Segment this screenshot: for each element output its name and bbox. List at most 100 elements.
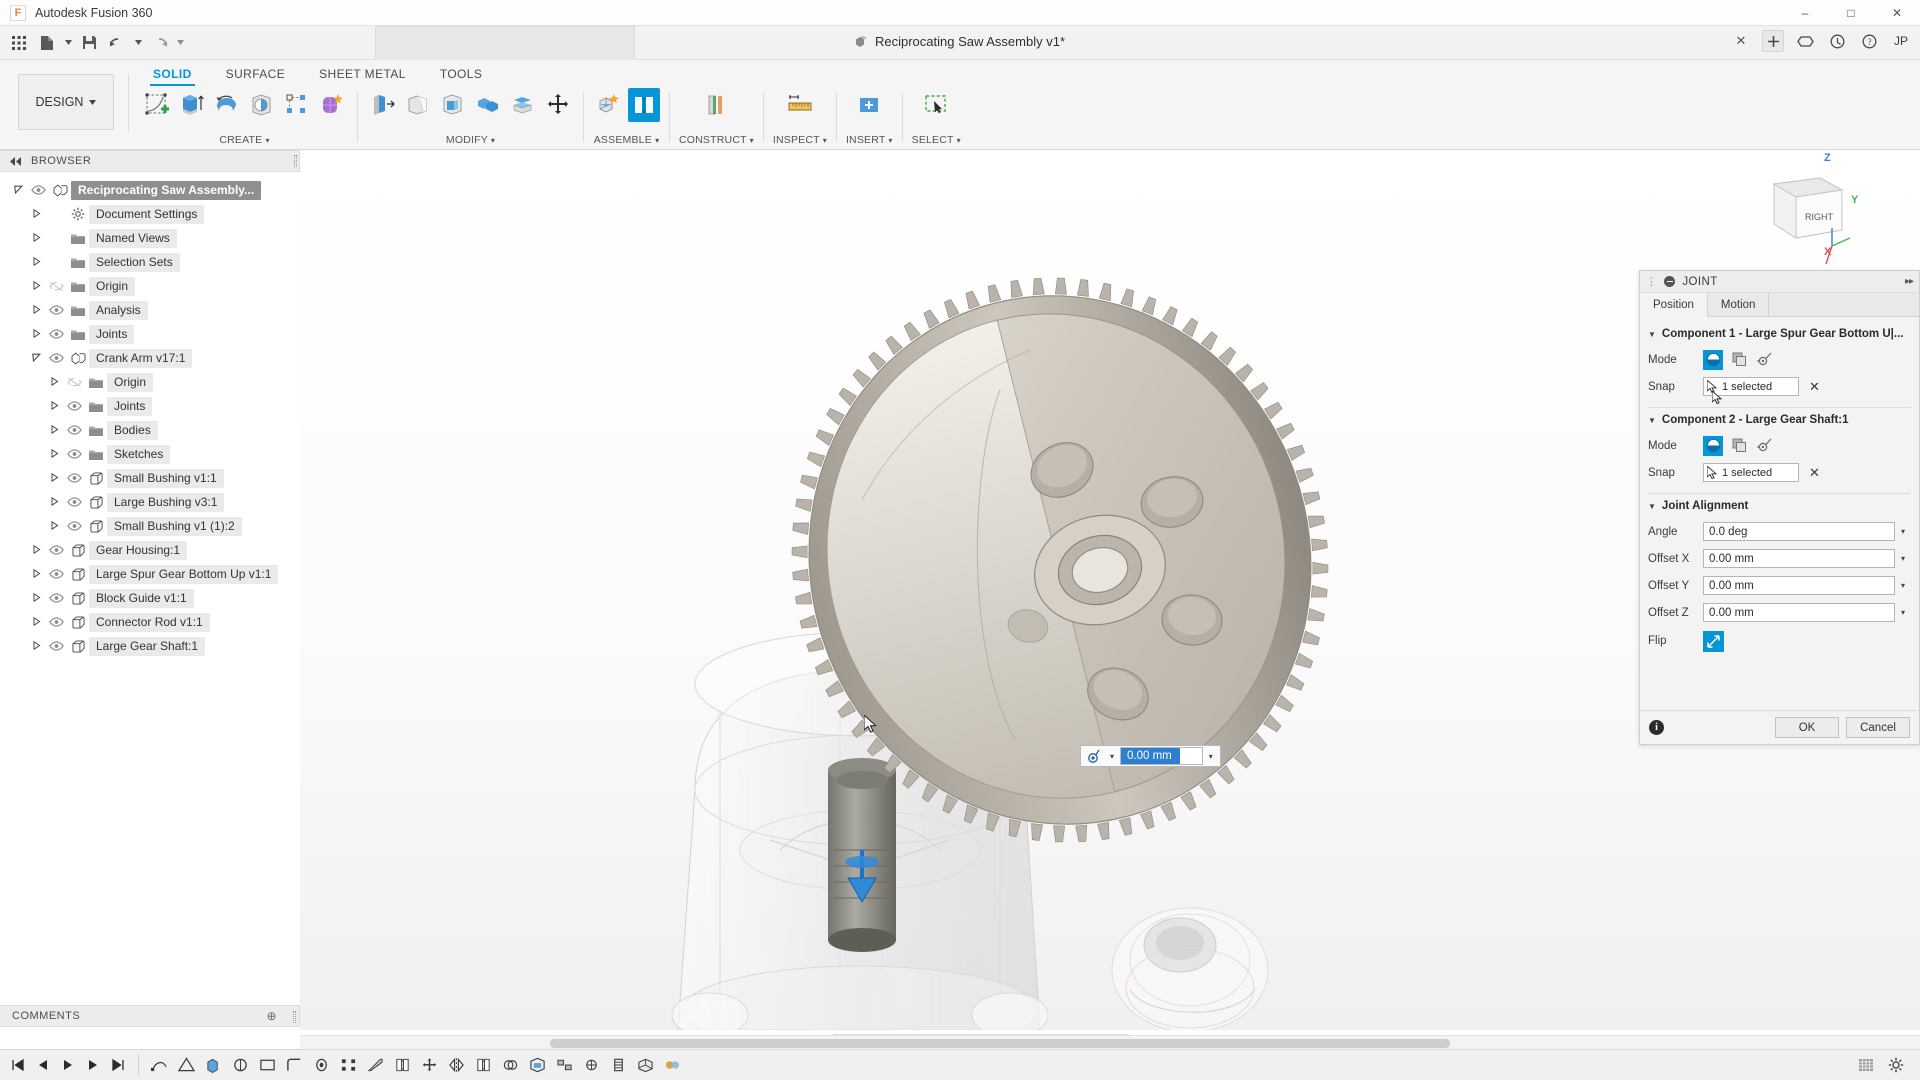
comments-resize-grip[interactable]: [293, 1011, 296, 1023]
timeline-node-revolve-icon[interactable]: [228, 1053, 253, 1078]
copy-mode-icon-c2[interactable]: [1729, 436, 1749, 456]
save-icon[interactable]: [76, 30, 102, 56]
press-pull-icon[interactable]: [367, 88, 399, 122]
browser-tree-item[interactable]: Block Guide v1:1: [0, 586, 300, 610]
component2-snap-selection[interactable]: 1 selected: [1703, 463, 1799, 482]
timeline-node-component-icon[interactable]: [633, 1053, 658, 1078]
offset-plane-icon[interactable]: [700, 88, 732, 122]
timeline-node-fillet-icon[interactable]: [282, 1053, 307, 1078]
browser-tree-item[interactable]: Document Settings: [0, 202, 300, 226]
expand-arrow-closed-icon[interactable]: [28, 304, 45, 316]
visibility-icon[interactable]: [63, 521, 85, 531]
expand-arrow-closed-icon[interactable]: [28, 592, 45, 604]
select-window-icon[interactable]: [920, 88, 952, 122]
browser-tree-item[interactable]: Gear Housing:1: [0, 538, 300, 562]
angle-dropdown-icon[interactable]: ▾: [1895, 527, 1911, 536]
visibility-icon[interactable]: [45, 305, 67, 315]
tab-surface[interactable]: SURFACE: [209, 64, 302, 86]
play-icon[interactable]: [56, 1053, 80, 1077]
browser-tree-item[interactable]: Bodies: [0, 418, 300, 442]
cancel-button[interactable]: Cancel: [1846, 717, 1910, 738]
timeline-node-extrude-icon[interactable]: [201, 1053, 226, 1078]
visibility-icon[interactable]: [45, 593, 67, 603]
visibility-icon[interactable]: [45, 545, 67, 555]
component1-clear-selection-icon[interactable]: ✕: [1809, 379, 1820, 395]
browser-tree-item[interactable]: Large Gear Shaft:1: [0, 634, 300, 658]
measure-icon[interactable]: [784, 88, 816, 122]
expand-arrow-closed-icon[interactable]: [46, 400, 63, 412]
workspace-switcher[interactable]: DESIGN: [18, 74, 114, 130]
timeline-node-mirror-icon[interactable]: [444, 1053, 469, 1078]
browser-tree-item[interactable]: Origin: [0, 274, 300, 298]
manipulator-input[interactable]: 0.00 mm: [1120, 747, 1203, 765]
expand-arrow-closed-icon[interactable]: [46, 520, 63, 532]
joint-alignment-section-header[interactable]: ▼ Joint Alignment: [1640, 496, 1919, 518]
info-icon[interactable]: i: [1649, 720, 1664, 735]
comments-panel[interactable]: COMMENTS ⊕: [0, 1005, 300, 1027]
notifications-icon[interactable]: [1826, 30, 1848, 52]
expand-right-icon[interactable]: ▸▸: [1905, 276, 1914, 287]
insert-derive-icon[interactable]: [853, 88, 885, 122]
timeline-node-joint-icon-1[interactable]: [390, 1053, 415, 1078]
visibility-off-icon[interactable]: [45, 281, 67, 292]
timeline-node-chamfer-icon[interactable]: [363, 1053, 388, 1078]
extensions-icon[interactable]: [1794, 30, 1816, 52]
visibility-icon[interactable]: [63, 497, 85, 507]
expand-arrow-closed-icon[interactable]: [46, 376, 63, 388]
pattern-icon[interactable]: [281, 88, 313, 122]
combine-icon[interactable]: [472, 88, 504, 122]
browser-tree-item[interactable]: Sketches: [0, 442, 300, 466]
browser-tree-item[interactable]: Joints: [0, 394, 300, 418]
expand-arrow-open-icon[interactable]: [10, 185, 27, 196]
new-document-dropdown-icon[interactable]: [62, 30, 74, 56]
manipulator-value-dropdown-icon[interactable]: ▾: [1205, 752, 1217, 761]
component2-section-header[interactable]: ▼ Component 2 - Large Gear Shaft:1: [1640, 410, 1919, 432]
tab-sheet-metal[interactable]: SHEET METAL: [302, 64, 423, 86]
browser-tree-item[interactable]: Small Bushing v1 (1):2: [0, 514, 300, 538]
visibility-off-icon[interactable]: [63, 377, 85, 388]
offset-x-input[interactable]: 0.00 mm: [1703, 549, 1895, 568]
timeline-node-hole-icon[interactable]: [309, 1053, 334, 1078]
timeline-node-move-icon[interactable]: [417, 1053, 442, 1078]
expand-arrow-open-icon[interactable]: [28, 353, 45, 364]
joint-origin-icon[interactable]: [1084, 749, 1104, 763]
browser-root-item[interactable]: Reciprocating Saw Assembly...: [0, 178, 300, 202]
visibility-icon[interactable]: [45, 353, 67, 363]
browser-tree-item[interactable]: Selection Sets: [0, 250, 300, 274]
component2-clear-selection-icon[interactable]: ✕: [1809, 465, 1820, 481]
help-icon[interactable]: ?: [1858, 30, 1880, 52]
user-avatar[interactable]: JP: [1890, 30, 1912, 52]
manipulator-dropdown-icon[interactable]: ▾: [1106, 752, 1118, 761]
planar-joint-icon-c2[interactable]: [1703, 435, 1723, 456]
maximize-button[interactable]: □: [1828, 0, 1874, 26]
expand-arrow-closed-icon[interactable]: [28, 544, 45, 556]
visibility-icon[interactable]: [27, 185, 49, 195]
expand-arrow-closed-icon[interactable]: [28, 616, 45, 628]
horizontal-scrollbar[interactable]: [300, 1035, 1920, 1049]
between-two-faces-icon-c2[interactable]: [1755, 436, 1775, 456]
between-two-faces-icon-c1[interactable]: [1755, 350, 1775, 370]
tab-solid[interactable]: SOLID: [136, 64, 209, 86]
angle-input[interactable]: 0.0 deg: [1703, 522, 1895, 541]
move-copy-icon[interactable]: [542, 88, 574, 122]
add-tab-button[interactable]: [1762, 30, 1784, 52]
visibility-icon[interactable]: [45, 617, 67, 627]
component1-snap-selection[interactable]: 1 selected: [1703, 377, 1799, 396]
browser-tree-item[interactable]: Joints: [0, 322, 300, 346]
visibility-icon[interactable]: [63, 473, 85, 483]
browser-resize-grip[interactable]: [294, 155, 297, 167]
grid-icon[interactable]: [6, 30, 32, 56]
browser-tree-item[interactable]: Crank Arm v17:1: [0, 346, 300, 370]
tab-motion[interactable]: Motion: [1708, 293, 1770, 317]
undo-icon[interactable]: [104, 30, 130, 56]
copy-mode-icon-c1[interactable]: [1729, 350, 1749, 370]
visibility-icon[interactable]: [63, 425, 85, 435]
minimize-icon[interactable]: [1664, 276, 1676, 287]
expand-arrow-closed-icon[interactable]: [46, 496, 63, 508]
fillet-icon[interactable]: [402, 88, 434, 122]
expand-arrow-closed-icon[interactable]: [28, 232, 45, 244]
comments-expand-icon[interactable]: ⊕: [266, 1009, 277, 1023]
timeline-node-joint-icon-2[interactable]: [471, 1053, 496, 1078]
visibility-icon[interactable]: [45, 641, 67, 651]
extrude-icon[interactable]: [176, 88, 208, 122]
